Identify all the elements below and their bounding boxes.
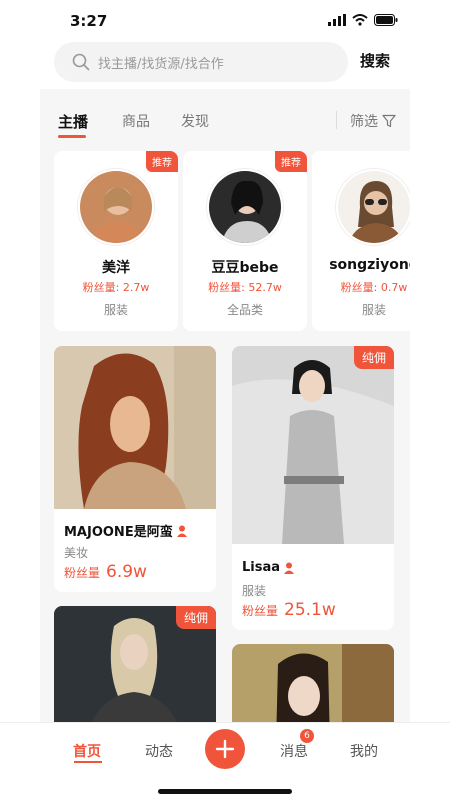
home-indicator [158, 789, 292, 794]
category-tabs: 主播 商品 发现 筛选 [40, 89, 410, 141]
streamer-fans: 粉丝量: 0.7w [340, 281, 408, 294]
search-input[interactable]: 找主播/找货源/找合作 [54, 42, 348, 82]
wifi-icon [352, 14, 368, 26]
tab-indicator [58, 135, 86, 138]
search-row: 找主播/找货源/找合作 搜索 [0, 40, 450, 84]
streamer-card[interactable]: 推荐 豆豆bebe 粉丝量: 52.7w 全品类 [183, 151, 307, 331]
streamer-category: 全品类 [226, 303, 263, 317]
feed-name: MAJOONE是阿蛮 [64, 521, 187, 540]
feed-name: Lisaa [242, 560, 295, 575]
add-button[interactable] [205, 729, 245, 769]
filter-label: 筛选 [350, 114, 378, 130]
plus-icon [215, 739, 235, 759]
filter-icon [382, 114, 396, 128]
avatar [207, 169, 283, 245]
feed-card[interactable] [232, 644, 394, 723]
status-bar: 3:27 [0, 0, 450, 44]
streamer-fans: 粉丝量: 52.7w [208, 281, 282, 294]
feed-category: 美妆 [64, 546, 89, 560]
filter-button[interactable]: 筛选 [350, 111, 396, 131]
status-time: 3:27 [70, 12, 108, 30]
feed-photo [232, 346, 394, 544]
feed-fans: 粉丝量 25.1w [242, 600, 336, 620]
tab-discover[interactable]: 发现 [181, 111, 209, 131]
recommend-badge: 推荐 [146, 151, 178, 172]
streamer-name: songziyong [329, 257, 410, 273]
nav-home[interactable]: 首页 [73, 741, 101, 761]
feed-card[interactable]: 纯佣 Lisaa 服装 粉丝量 25.1w [232, 346, 394, 630]
tab-streamer[interactable]: 主播 [58, 111, 88, 132]
nav-messages[interactable]: 消息 [280, 741, 308, 761]
feed-fans: 粉丝量 6.9w [64, 562, 147, 582]
feed-card[interactable]: MAJOONE是阿蛮 美妆 粉丝量 6.9w [54, 346, 216, 592]
tab-divider [336, 111, 337, 129]
signal-icon [328, 14, 346, 26]
battery-icon [374, 14, 398, 26]
feed-photo [232, 644, 394, 723]
nav-me[interactable]: 我的 [350, 741, 378, 761]
feed-photo [54, 346, 216, 509]
feed-card[interactable]: 纯佣 [54, 606, 216, 723]
avatar [78, 169, 154, 245]
streamer-name: 美洋 [102, 260, 130, 276]
recommend-badge: 推荐 [275, 151, 307, 172]
streamer-name: 豆豆bebe [211, 260, 279, 276]
commission-badge: 纯佣 [175, 606, 216, 629]
streamer-card[interactable]: 推荐 美洋 粉丝量: 2.7w 服装 [54, 151, 178, 331]
search-placeholder: 找主播/找货源/找合作 [98, 56, 224, 72]
messages-badge: 6 [300, 729, 314, 743]
person-icon [284, 562, 295, 574]
streamer-category: 服装 [103, 303, 128, 317]
bottom-tab-bar: 首页 动态 消息 6 我的 [0, 722, 450, 800]
nav-feed[interactable]: 动态 [145, 741, 173, 761]
tab-products[interactable]: 商品 [122, 111, 150, 131]
search-button[interactable]: 搜索 [360, 50, 390, 71]
avatar [336, 169, 410, 245]
streamer-card[interactable]: songziyong 粉丝量: 0.7w 服装 [312, 151, 410, 331]
feed-category: 服装 [242, 584, 267, 598]
status-icons [328, 14, 398, 26]
search-icon [72, 53, 90, 71]
main-content: 主播 商品 发现 筛选 推荐 美洋 粉丝量: 2.7w 服装 推荐 豆豆bebe… [40, 89, 410, 723]
streamer-category: 服装 [361, 303, 386, 317]
commission-badge: 纯佣 [353, 346, 394, 369]
nav-indicator [74, 761, 102, 763]
streamer-fans: 粉丝量: 2.7w [82, 281, 150, 294]
person-icon [176, 525, 187, 537]
